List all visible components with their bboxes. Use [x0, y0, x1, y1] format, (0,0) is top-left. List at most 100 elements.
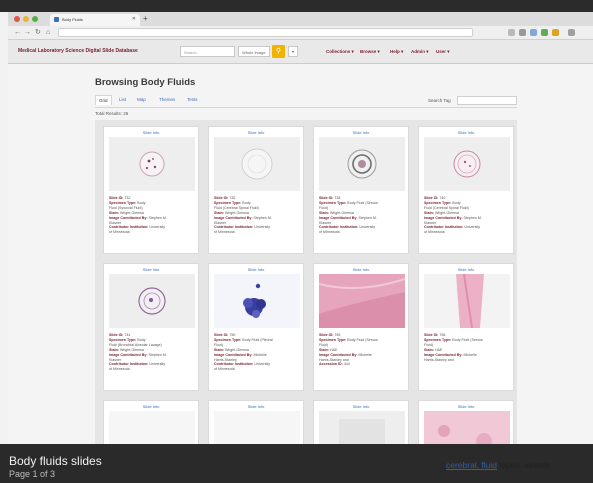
- slide-grid: Slide Info Slide ID: 732 Specimen Type: Bo…: [95, 120, 517, 465]
- metadata-label: Stain:: [319, 347, 329, 352]
- tab-grid[interactable]: Grid: [95, 95, 112, 105]
- metadata-value: H&E: [433, 347, 443, 352]
- slide-info-link[interactable]: Slide Info: [104, 404, 198, 409]
- back-arrow-icon[interactable]: ←: [14, 28, 21, 37]
- menu-browse[interactable]: Browse ▾: [360, 49, 380, 55]
- metadata-label: Image Contributed By:: [214, 215, 253, 220]
- forward-arrow-icon[interactable]: →: [24, 28, 31, 37]
- slide-card[interactable]: Slide Info Slide ID: 750 Specimen Type: Bo…: [208, 263, 304, 391]
- metadata-value: Klasner: [109, 220, 122, 225]
- metadata-value: Stephen M.: [252, 215, 272, 220]
- metadata-label: Stain:: [109, 347, 119, 352]
- search-scope-select[interactable]: Whole Image: [238, 46, 270, 57]
- menu-help[interactable]: Help ▾: [390, 49, 403, 55]
- metadata-label: Stain:: [424, 347, 434, 352]
- site-search-input[interactable]: Search: [180, 46, 235, 57]
- tab-themes[interactable]: Themes: [156, 95, 178, 104]
- metadata-label: Accession ID:: [319, 362, 343, 367]
- close-tab-icon[interactable]: ✕: [132, 16, 136, 22]
- extension-icon[interactable]: [541, 29, 548, 36]
- metadata-label: Stain:: [319, 210, 329, 215]
- slide-thumbnail[interactable]: [424, 274, 510, 328]
- metadata-value: University: [148, 225, 166, 230]
- reload-icon[interactable]: ↻: [35, 28, 41, 37]
- metadata-line: of Minnesota: [319, 230, 405, 235]
- slide-card[interactable]: Slide Info Slide ID: 744 Specimen Type: Bo…: [103, 263, 199, 391]
- metadata-value: 756: [438, 333, 446, 337]
- metadata-value: Body Fluid (Pleural: [241, 337, 273, 342]
- slide-thumbnail[interactable]: [109, 274, 195, 328]
- slide-info-link[interactable]: Slide Info: [104, 267, 198, 272]
- metadata-value: 740: [438, 196, 446, 200]
- metadata-line: of Minnesota: [214, 367, 300, 372]
- slide-thumbnail[interactable]: [424, 137, 510, 191]
- slide-thumbnail[interactable]: [109, 137, 195, 191]
- slide-info-link[interactable]: Slide Info: [419, 130, 513, 135]
- slide-info-link[interactable]: Slide Info: [209, 130, 303, 135]
- slide-metadata: Slide ID: 735 Specimen Type: Body Fluid (C…: [214, 196, 300, 235]
- extension-icon[interactable]: [552, 29, 559, 36]
- metadata-line: Harris-Stanley and: [424, 358, 510, 363]
- slide-thumbnail[interactable]: [319, 137, 405, 191]
- metadata-value: 738: [333, 196, 341, 200]
- metadata-value: University: [253, 225, 271, 230]
- slide-thumbnail[interactable]: [214, 274, 300, 328]
- search-go-button[interactable]: ⚲: [272, 45, 285, 58]
- slide-metadata: Slide ID: 740 Specimen Type: Body Fluid (C…: [424, 196, 510, 235]
- browser-tab-body-fluids[interactable]: Body Fluids ✕: [50, 14, 140, 26]
- address-bar[interactable]: [58, 28, 473, 37]
- slide-info-link[interactable]: Slide Info: [209, 404, 303, 409]
- metadata-value: H&E: [328, 347, 338, 352]
- search-options-toggle[interactable]: ▾: [288, 46, 298, 57]
- menu-collections[interactable]: Collections ▾: [326, 49, 354, 55]
- metadata-label: Slide ID:: [424, 333, 439, 337]
- metadata-label: Slide ID:: [319, 196, 334, 200]
- screenshot-stage: Body Fluids ✕ + ← → ↻ ⌂ Medical Laborato…: [0, 0, 593, 483]
- home-icon[interactable]: ⌂: [46, 28, 50, 37]
- metadata-value: Body Fluid (Serous: [346, 200, 378, 205]
- window-minimize-icon[interactable]: [23, 16, 29, 22]
- slide-info-link[interactable]: Slide Info: [314, 130, 408, 135]
- extension-icon[interactable]: [530, 29, 537, 36]
- slide-card[interactable]: Slide Info Slide ID: 732 Specimen Type: Bo…: [103, 126, 199, 254]
- slide-info-link[interactable]: Slide Info: [104, 130, 198, 135]
- metadata-label: Specimen Type:: [424, 200, 452, 205]
- extension-icon[interactable]: [519, 29, 526, 36]
- search-tag-input[interactable]: [457, 96, 517, 105]
- browser-tab-title: Body Fluids: [62, 17, 83, 22]
- slide-info-link[interactable]: Slide Info: [419, 267, 513, 272]
- metadata-label: Image Contributed By:: [424, 215, 463, 220]
- extension-icon[interactable]: [508, 29, 515, 36]
- caption-link[interactable]: cerebral, fluid: [446, 460, 497, 470]
- metadata-value: Fluid (Cerebral Spinal Fluid): [214, 205, 259, 210]
- total-results: Total Results: 26: [95, 111, 129, 116]
- window-close-icon[interactable]: [14, 16, 20, 22]
- site-favicon-icon: [54, 17, 59, 22]
- slide-info-link[interactable]: Slide Info: [419, 404, 513, 409]
- new-tab-icon[interactable]: +: [143, 14, 148, 24]
- slide-info-link[interactable]: Slide Info: [314, 404, 408, 409]
- slide-thumbnail[interactable]: [319, 274, 405, 328]
- slide-card[interactable]: Slide Info Slide ID: 755 Specimen Type: Bo…: [313, 263, 409, 391]
- slide-card[interactable]: Slide Info Slide ID: 740 Specimen Type: Bo…: [418, 126, 514, 254]
- slide-card[interactable]: Slide Info Slide ID: 738 Specimen Type: Bo…: [313, 126, 409, 254]
- slide-card[interactable]: Slide Info Slide ID: 756 Specimen Type: Bo…: [418, 263, 514, 391]
- tab-tests[interactable]: Tests: [184, 95, 201, 104]
- slide-info-link[interactable]: Slide Info: [209, 267, 303, 272]
- site-title[interactable]: Medical Laboratory Science Digital Slide…: [18, 48, 138, 54]
- tab-list[interactable]: List: [116, 95, 129, 104]
- slide-card[interactable]: Slide Info Slide ID: 735 Specimen Type: Bo…: [208, 126, 304, 254]
- window-maximize-icon[interactable]: [32, 16, 38, 22]
- menu-icon[interactable]: [568, 29, 575, 36]
- slide-info-link[interactable]: Slide Info: [314, 267, 408, 272]
- slide-thumbnail[interactable]: [214, 137, 300, 191]
- metadata-value: University: [463, 225, 481, 230]
- metadata-value: of Minnesota: [424, 230, 445, 235]
- metadata-label: Contributor Institution:: [109, 362, 149, 367]
- metadata-value: University: [358, 225, 376, 230]
- menu-user[interactable]: User ▾: [436, 49, 450, 55]
- menu-admin[interactable]: Admin ▾: [411, 49, 429, 55]
- tab-map[interactable]: Map: [134, 95, 149, 104]
- site-header: Medical Laboratory Science Digital Slide…: [8, 40, 593, 64]
- page-title: Browsing Body Fluids: [95, 77, 196, 88]
